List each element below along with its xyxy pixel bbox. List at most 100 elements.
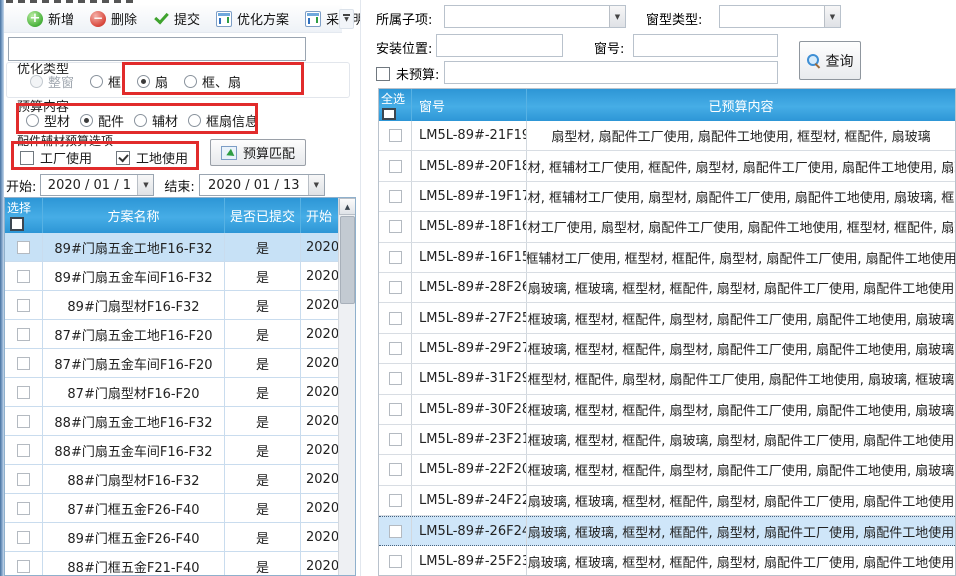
- query-button[interactable]: 查询: [799, 41, 861, 80]
- row-checkbox[interactable]: [17, 531, 30, 544]
- row-checkbox[interactable]: [389, 281, 402, 294]
- toolbar-overflow-button[interactable]: [339, 9, 354, 29]
- plan-table-row[interactable]: 87#门扇型材F16-F20 是 2020/0: [5, 378, 355, 407]
- budget-table-row[interactable]: LM5L-89#-26F24 扇玻璃, 框玻璃, 框型材, 框配件, 扇型材, …: [379, 516, 955, 546]
- radio-option[interactable]: 扇: [137, 72, 168, 91]
- row-checkbox[interactable]: [389, 463, 402, 476]
- budget-table-row[interactable]: LM5L-89#-24F22 扇玻璃, 框玻璃, 框型材, 框配件, 扇型材, …: [379, 486, 955, 516]
- radio-option[interactable]: 整窗: [30, 72, 74, 91]
- row-checkbox[interactable]: [17, 386, 30, 399]
- row-select-cell[interactable]: [5, 262, 43, 290]
- end-date-picker[interactable]: 2020 / 01 / 13 ▼: [199, 174, 325, 196]
- budget-content-column-header[interactable]: 已预算内容: [527, 89, 955, 121]
- plan-table-row[interactable]: 87#门扇五金车间F16-F20 是 2020/0: [5, 349, 355, 378]
- row-checkbox[interactable]: [389, 494, 402, 507]
- budget-table-row[interactable]: LM5L-89#-22F20 框玻璃, 框型材, 框配件, 扇型材, 扇配件工厂…: [379, 455, 955, 485]
- row-select-cell[interactable]: [5, 233, 43, 261]
- radio-option[interactable]: 配件: [80, 111, 124, 130]
- row-checkbox[interactable]: [389, 372, 402, 385]
- row-select-cell[interactable]: [379, 151, 412, 180]
- scrollbar-thumb[interactable]: [340, 216, 355, 304]
- plan-table-row[interactable]: 88#门扇型材F16-F32 是 2020/0: [5, 465, 355, 494]
- row-select-cell[interactable]: [5, 349, 43, 377]
- toolbar-button[interactable]: 删除 ▼: [82, 5, 145, 32]
- budget-table-row[interactable]: LM5L-89#-20F18 框型材, 框辅材工厂使用, 框配件, 扇型材, 扇…: [379, 151, 955, 181]
- select-all-checkbox[interactable]: [382, 108, 396, 120]
- row-checkbox[interactable]: [389, 251, 402, 264]
- radio-option[interactable]: 框: [90, 72, 121, 91]
- row-select-cell[interactable]: [379, 455, 412, 484]
- row-checkbox[interactable]: [17, 473, 30, 486]
- budget-table-row[interactable]: LM5L-89#-21F19 扇型材, 扇配件工厂使用, 扇配件工地使用, 框型…: [379, 121, 955, 151]
- plan-table-row[interactable]: 89#门扇型材F16-F32 是 2020/0: [5, 291, 355, 320]
- chevron-down-icon[interactable]: ▼: [308, 175, 324, 195]
- radio-option[interactable]: 框扇信息: [188, 111, 258, 130]
- row-checkbox[interactable]: [389, 525, 402, 538]
- radio-option[interactable]: 辅材: [134, 111, 178, 130]
- row-select-cell[interactable]: [5, 494, 43, 522]
- radio-option[interactable]: 型材: [26, 111, 70, 130]
- no-budget-checkbox[interactable]: [376, 67, 390, 81]
- row-select-cell[interactable]: [379, 546, 412, 575]
- budget-table-row[interactable]: LM5L-89#-23F21 框玻璃, 框型材, 框配件, 扇玻璃, 扇型材, …: [379, 425, 955, 455]
- row-checkbox[interactable]: [17, 299, 30, 312]
- row-checkbox[interactable]: [17, 328, 30, 341]
- select-all-checkbox[interactable]: [10, 217, 24, 231]
- row-select-cell[interactable]: [379, 121, 412, 150]
- row-checkbox[interactable]: [17, 444, 30, 457]
- row-checkbox[interactable]: [389, 160, 402, 173]
- submitted-column-header[interactable]: 是否已提交: [225, 198, 301, 233]
- row-checkbox[interactable]: [17, 415, 30, 428]
- plan-table-scrollbar[interactable]: ▲: [338, 198, 355, 575]
- plan-table-row[interactable]: 88#门扇五金工地F16-F32 是 2020/0: [5, 407, 355, 436]
- plan-table-row[interactable]: 88#门框五金F21-F40 是 2020/0: [5, 552, 355, 576]
- budget-table-row[interactable]: LM5L-89#-25F23 扇玻璃, 框玻璃, 框型材, 框配件, 扇型材, …: [379, 546, 955, 576]
- row-checkbox[interactable]: [17, 560, 30, 573]
- row-select-cell[interactable]: [379, 212, 412, 241]
- plan-table-row[interactable]: 87#门扇五金工地F16-F20 是 2020/0: [5, 320, 355, 349]
- sub-item-combo[interactable]: ▼: [444, 5, 626, 28]
- row-select-cell[interactable]: [5, 465, 43, 493]
- row-select-cell[interactable]: [379, 395, 412, 424]
- toolbar-button[interactable]: 优化方案 ▼: [208, 5, 297, 32]
- window-no-input[interactable]: [633, 34, 778, 57]
- row-checkbox[interactable]: [17, 270, 30, 283]
- install-position-input[interactable]: [436, 34, 563, 57]
- row-checkbox[interactable]: [389, 433, 402, 446]
- row-select-cell[interactable]: [379, 303, 412, 332]
- row-select-cell[interactable]: [379, 486, 412, 515]
- row-select-cell[interactable]: [5, 378, 43, 406]
- row-select-cell[interactable]: [379, 273, 412, 302]
- plan-name-column-header[interactable]: 方案名称: [43, 198, 225, 233]
- row-select-cell[interactable]: [379, 243, 412, 272]
- plan-table-row[interactable]: 89#门框五金F26-F40 是 2020/0: [5, 523, 355, 552]
- row-checkbox[interactable]: [389, 220, 402, 233]
- window-type-combo[interactable]: ▼: [719, 5, 841, 28]
- budget-table-row[interactable]: LM5L-89#-29F27 框玻璃, 框型材, 框配件, 扇型材, 扇配件工厂…: [379, 334, 955, 364]
- row-checkbox[interactable]: [389, 129, 402, 142]
- budget-match-button[interactable]: 预算匹配: [210, 139, 306, 166]
- row-checkbox[interactable]: [17, 357, 30, 370]
- row-checkbox[interactable]: [389, 312, 402, 325]
- budget-table-row[interactable]: LM5L-89#-16F15 框辅材工厂使用, 框型材, 框配件, 扇型材, 扇…: [379, 243, 955, 273]
- toolbar-button[interactable]: 提交 ▼: [145, 5, 208, 32]
- plan-table-row[interactable]: 89#门扇五金车间F16-F32 是 2020/0: [5, 262, 355, 291]
- budget-table-row[interactable]: LM5L-89#-28F26 扇玻璃, 框玻璃, 框型材, 框配件, 扇型材, …: [379, 273, 955, 303]
- row-select-cell[interactable]: [5, 523, 43, 551]
- scrollbar-up-arrow[interactable]: ▲: [339, 198, 356, 215]
- row-select-cell[interactable]: [5, 320, 43, 348]
- row-checkbox[interactable]: [389, 403, 402, 416]
- chevron-down-icon[interactable]: ▼: [824, 6, 840, 27]
- plan-table-row[interactable]: 88#门扇五金车间F16-F32 是 2020/0: [5, 436, 355, 465]
- plan-table-row[interactable]: 89#门扇五金工地F16-F32 是 2020/0: [5, 233, 355, 262]
- budget-table-row[interactable]: LM5L-89#-30F28 框玻璃, 框型材, 框配件, 扇型材, 扇配件工厂…: [379, 395, 955, 425]
- chevron-down-icon[interactable]: ▼: [137, 175, 153, 195]
- plan-table-row[interactable]: 87#门框五金F26-F40 是 2020/0: [5, 494, 355, 523]
- window-no-column-header[interactable]: 窗号: [412, 89, 527, 121]
- row-select-cell[interactable]: [5, 436, 43, 464]
- radio-option[interactable]: 框、扇: [184, 72, 241, 91]
- row-select-cell[interactable]: [5, 552, 43, 576]
- row-select-cell[interactable]: [379, 364, 412, 393]
- row-select-cell[interactable]: [379, 334, 412, 363]
- budget-table-row[interactable]: LM5L-89#-18F16 框辅材工厂使用, 扇型材, 扇配件工厂使用, 扇配…: [379, 212, 955, 242]
